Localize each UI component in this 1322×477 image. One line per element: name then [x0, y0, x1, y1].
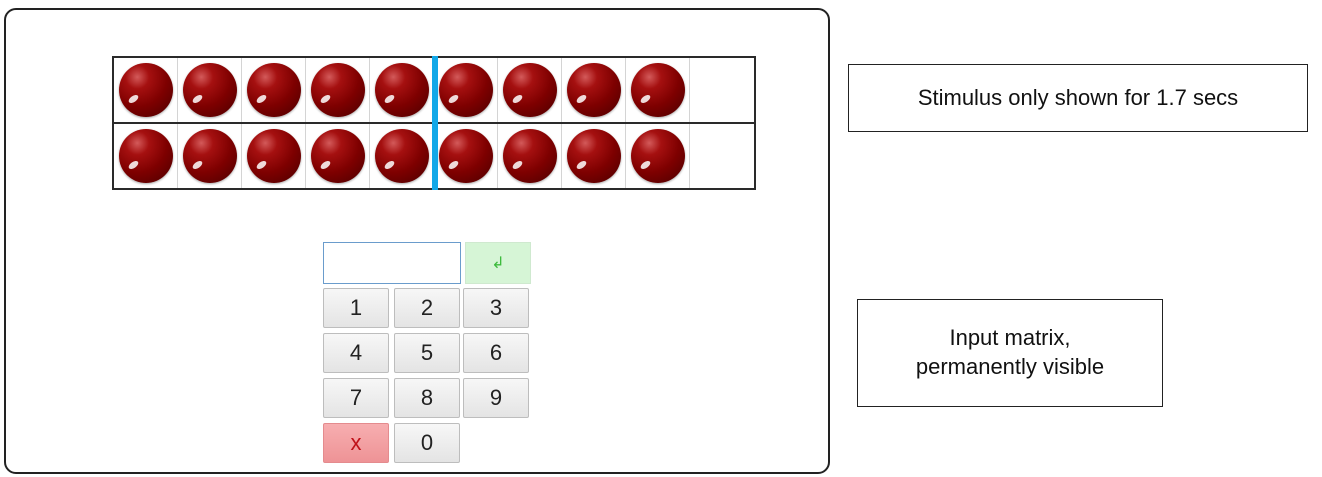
five-divider-bar — [432, 56, 438, 190]
counter-dot — [374, 129, 429, 183]
stimulus-note: Stimulus only shown for 1.7 secs — [848, 64, 1308, 132]
key-5[interactable]: 5 — [394, 333, 460, 373]
counter-dot — [118, 63, 173, 117]
counter-dot — [118, 129, 173, 183]
counter-dot — [630, 63, 685, 117]
bottom-row-cell — [626, 124, 690, 188]
counter-dot — [246, 129, 301, 183]
top-row-cell — [178, 58, 242, 122]
bottom-row-cell — [114, 124, 178, 188]
bottom-row-cell — [306, 124, 370, 188]
ten-frame-stimulus — [112, 56, 756, 190]
answer-input[interactable] — [323, 242, 461, 284]
top-row-cell — [690, 58, 754, 122]
key-9[interactable]: 9 — [463, 378, 529, 418]
counter-dot — [566, 63, 621, 117]
counter-dot — [310, 63, 365, 117]
input-note-line-1: Input matrix, — [949, 325, 1071, 351]
enter-icon: ↲ — [491, 255, 505, 272]
bottom-row-cell — [242, 124, 306, 188]
counter-dot — [566, 129, 621, 183]
stage: ↲ 1 2 3 4 5 6 7 8 9 x 0 Stimulus only sh… — [0, 0, 1322, 477]
counter-dot — [246, 63, 301, 117]
key-4[interactable]: 4 — [323, 333, 389, 373]
top-row-cell — [626, 58, 690, 122]
counter-dot — [438, 129, 493, 183]
bottom-row-cell — [690, 124, 754, 188]
key-6[interactable]: 6 — [463, 333, 529, 373]
top-row-cell — [370, 58, 434, 122]
key-1[interactable]: 1 — [323, 288, 389, 328]
bottom-row-cell — [178, 124, 242, 188]
key-7[interactable]: 7 — [323, 378, 389, 418]
input-matrix-note: Input matrix, permanently visible — [857, 299, 1163, 407]
bottom-row-cell — [434, 124, 498, 188]
app-window: ↲ 1 2 3 4 5 6 7 8 9 x 0 — [4, 8, 830, 474]
counter-dot — [182, 63, 237, 117]
counter-dot — [310, 129, 365, 183]
counter-dot — [374, 63, 429, 117]
counter-dot — [502, 129, 557, 183]
top-row-cell — [498, 58, 562, 122]
bottom-row-cell — [370, 124, 434, 188]
stimulus-note-text: Stimulus only shown for 1.7 secs — [917, 84, 1239, 110]
key-2[interactable]: 2 — [394, 288, 460, 328]
top-row-cell — [562, 58, 626, 122]
input-note-line-2: permanently visible — [915, 354, 1105, 379]
enter-button[interactable]: ↲ — [465, 242, 531, 284]
counter-dot — [630, 129, 685, 183]
key-3[interactable]: 3 — [463, 288, 529, 328]
delete-button[interactable]: x — [323, 423, 389, 463]
counter-dot — [438, 63, 493, 117]
top-row-cell — [434, 58, 498, 122]
key-8[interactable]: 8 — [394, 378, 460, 418]
key-0[interactable]: 0 — [394, 423, 460, 463]
counter-dot — [182, 129, 237, 183]
counter-dot — [502, 63, 557, 117]
top-row-cell — [242, 58, 306, 122]
bottom-row-cell — [498, 124, 562, 188]
top-row-cell — [306, 58, 370, 122]
bottom-row-cell — [562, 124, 626, 188]
top-row-cell — [114, 58, 178, 122]
